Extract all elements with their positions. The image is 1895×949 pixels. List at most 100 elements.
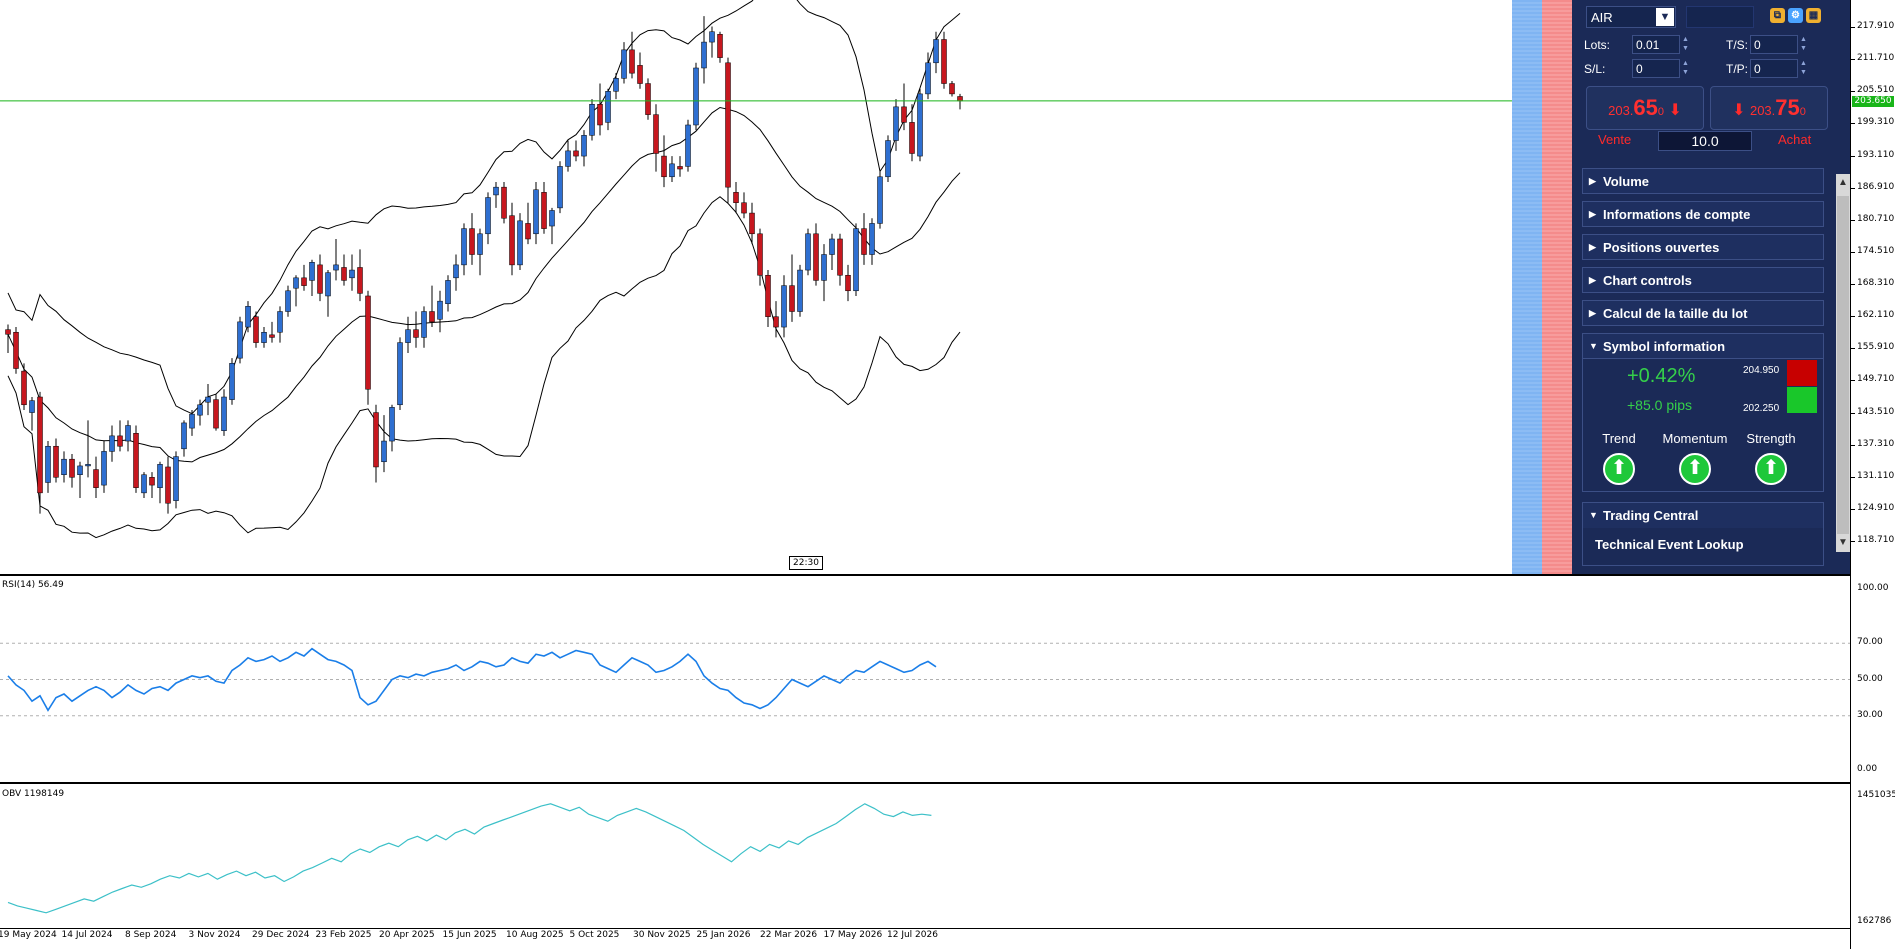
grid-icon[interactable]: ▦: [1806, 8, 1821, 23]
time-tick-label: 19 May 2024: [0, 930, 57, 940]
candle: [581, 130, 587, 167]
price-tick-label: 162.110: [1857, 310, 1895, 321]
candle: [813, 223, 819, 286]
candle: [221, 389, 227, 436]
buy-button[interactable]: ⬇ 203.750: [1710, 86, 1828, 130]
ts-label: T/S:: [1726, 38, 1749, 52]
obv-tick-label: 162786: [1857, 916, 1892, 926]
candle: [357, 249, 363, 302]
candle: [229, 358, 235, 405]
candle: [373, 404, 379, 483]
candle-body: [53, 445, 59, 478]
candle-body: [525, 223, 531, 240]
candle: [317, 254, 323, 302]
candle-body: [29, 400, 35, 413]
section-lot-size-calc[interactable]: ▶ Calcul de la taille du lot: [1582, 300, 1824, 326]
lots-label: Lots:: [1584, 38, 1611, 52]
time-tick-label: 5 Oct 2025: [569, 930, 620, 940]
gear-icon[interactable]: ⚙: [1788, 8, 1803, 23]
symbol-search-input[interactable]: [1686, 6, 1754, 28]
candle: [741, 192, 747, 219]
price-tick: [1851, 187, 1855, 189]
price-tick-label: 180.710: [1857, 213, 1895, 224]
candle: [29, 397, 35, 431]
candle-body: [765, 274, 771, 317]
sl-input[interactable]: 0: [1632, 59, 1680, 78]
lots-stepper[interactable]: ▲ ▼: [1682, 35, 1692, 53]
price-scale[interactable]: 217.910 211.710 205.510 199.310 193.110 186.9…: [1850, 0, 1895, 949]
candle-body: [365, 295, 371, 390]
section-symbol-information[interactable]: ▼ Symbol information: [1582, 333, 1824, 359]
technical-event-lookup-link[interactable]: Technical Event Lookup: [1582, 528, 1824, 566]
tp-stepper[interactable]: ▲ ▼: [1800, 59, 1810, 77]
candle-body: [197, 404, 203, 416]
candle: [853, 223, 859, 296]
price-tick: [1851, 91, 1855, 93]
time-tick-label: 8 Sep 2024: [125, 930, 177, 940]
sell-caption: Vente: [1598, 132, 1632, 147]
candle-body: [653, 114, 659, 154]
price-tick: [1851, 316, 1855, 318]
obv-line: [7, 803, 932, 914]
candle-body: [333, 264, 339, 271]
scroll-up-icon[interactable]: ▲: [1836, 174, 1850, 192]
candle: [821, 244, 827, 302]
candle-body: [181, 422, 187, 450]
pane-separator[interactable]: [0, 782, 1850, 784]
section-chart-controls[interactable]: ▶ Chart controls: [1582, 267, 1824, 293]
ts-input[interactable]: 0: [1750, 35, 1798, 54]
copy-icon[interactable]: ⧉: [1770, 8, 1785, 23]
section-volume[interactable]: ▶ Volume: [1582, 168, 1824, 194]
candle: [885, 135, 891, 182]
candle: [437, 290, 443, 333]
candle: [269, 321, 275, 343]
scrollbar-thumb[interactable]: [1837, 196, 1849, 534]
candle-body: [565, 150, 571, 167]
chevron-down-icon[interactable]: ▼: [1656, 8, 1674, 26]
section-open-positions[interactable]: ▶ Positions ouvertes: [1582, 234, 1824, 260]
obv-pane[interactable]: [0, 786, 1850, 928]
caret-down-icon: ▼: [1589, 341, 1598, 351]
candle: [189, 409, 195, 436]
obv-label: OBV 1198149: [2, 789, 65, 799]
candle-body: [701, 41, 707, 69]
sell-button[interactable]: 203.650 ⬇: [1586, 86, 1704, 130]
candle: [645, 78, 651, 120]
scroll-down-icon[interactable]: ▼: [1836, 534, 1850, 552]
candle: [77, 461, 83, 499]
quantity-input[interactable]: 10.0: [1658, 131, 1752, 151]
section-account-info[interactable]: ▶ Informations de compte: [1582, 201, 1824, 227]
caret-right-icon: ▶: [1589, 308, 1596, 318]
sl-label: S/L:: [1584, 62, 1606, 76]
section-trading-central[interactable]: ▼ Trading Central: [1582, 502, 1824, 528]
tp-input[interactable]: 0: [1750, 59, 1798, 78]
candle-body: [533, 189, 539, 235]
candle-body: [277, 311, 283, 333]
symbol-select[interactable]: AIR ▼: [1586, 6, 1676, 28]
candle-body: [229, 363, 235, 400]
candle: [517, 213, 523, 271]
section-label: Symbol information: [1603, 339, 1726, 354]
candle-body: [629, 49, 635, 74]
arrow-down-icon: ⬇: [1668, 102, 1682, 119]
candle-body: [805, 233, 811, 271]
buy-price-big: 75: [1775, 95, 1800, 120]
caret-right-icon: ▶: [1589, 209, 1596, 219]
candle: [133, 425, 139, 493]
candle-body: [381, 440, 387, 463]
candle-body: [189, 413, 195, 429]
candle-body: [893, 106, 899, 141]
candle: [533, 181, 539, 245]
price-tick-label: 143.510: [1857, 406, 1895, 417]
candle: [957, 93, 963, 110]
rsi-pane[interactable]: [0, 577, 1850, 782]
pane-separator[interactable]: [0, 574, 1850, 576]
candle: [565, 140, 571, 172]
lots-input[interactable]: 0.01: [1632, 35, 1680, 54]
ts-stepper[interactable]: ▲ ▼: [1800, 35, 1810, 53]
trend-up-arrow-icon: ⬆: [1603, 453, 1635, 485]
price-tick-label: 149.710: [1857, 374, 1895, 385]
sl-stepper[interactable]: ▲ ▼: [1682, 59, 1692, 77]
price-tick-label: 131.110: [1857, 470, 1895, 481]
candle-body: [213, 399, 219, 429]
